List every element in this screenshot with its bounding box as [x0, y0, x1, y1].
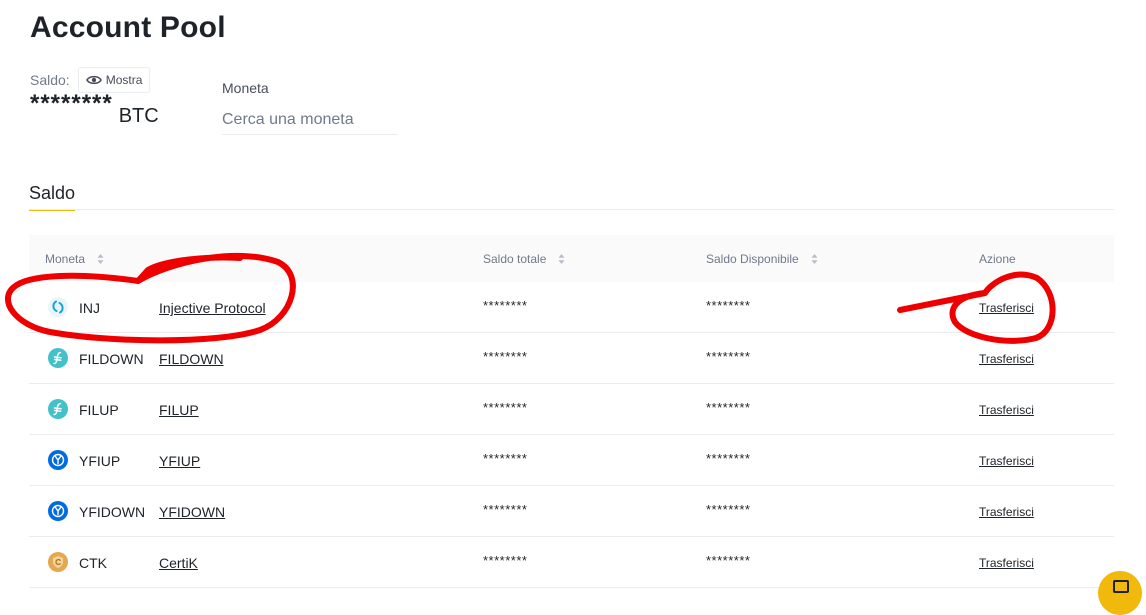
transfer-link[interactable]: Trasferisci: [979, 352, 1034, 366]
coin-search-input[interactable]: [222, 106, 398, 135]
tabs-divider: [29, 209, 1114, 210]
coin-name-link[interactable]: FILDOWN: [159, 351, 224, 367]
show-balance-label: Mostra: [105, 73, 143, 87]
tab-saldo[interactable]: Saldo: [29, 183, 76, 211]
column-header-total[interactable]: Saldo totale: [483, 252, 565, 266]
sort-icon: [558, 254, 565, 264]
total-balance: ********: [483, 502, 528, 517]
coin-name-link[interactable]: FILUP: [159, 402, 199, 418]
sort-icon: [811, 254, 818, 264]
total-balance: ********: [483, 451, 528, 466]
page-title: Account Pool: [30, 11, 226, 44]
table-row: YFIDOWN YFIDOWN ******** ******** Trasfe…: [29, 486, 1114, 537]
coin-symbol: CTK: [79, 555, 107, 571]
column-header-available[interactable]: Saldo Disponibile: [706, 252, 818, 266]
column-header-action: Azione: [979, 252, 1016, 266]
chat-button[interactable]: [1098, 571, 1142, 615]
table-row: FILUP FILUP ******** ******** Trasferisc…: [29, 384, 1114, 435]
filecoin-icon: [48, 399, 68, 419]
total-balance: ********: [483, 553, 528, 568]
table-row: FILDOWN FILDOWN ******** ******** Trasfe…: [29, 333, 1114, 384]
coin-symbol: INJ: [79, 300, 100, 316]
available-balance: ********: [706, 553, 751, 568]
coin-symbol: YFIUP: [79, 453, 121, 469]
transfer-link[interactable]: Trasferisci: [979, 505, 1034, 519]
transfer-link[interactable]: Trasferisci: [979, 454, 1034, 468]
available-balance: ********: [706, 451, 751, 466]
balance-value: ******** BTC: [30, 90, 159, 127]
eye-icon: [85, 74, 102, 86]
certik-icon: [48, 552, 68, 572]
yearn-icon: [48, 501, 68, 521]
coin-name-link[interactable]: YFIDOWN: [159, 504, 225, 520]
column-header-coin[interactable]: Moneta: [45, 252, 104, 266]
coin-name-link[interactable]: YFIUP: [159, 453, 200, 469]
balance-unit: BTC: [118, 105, 159, 127]
total-balance: ********: [483, 349, 528, 364]
transfer-link[interactable]: Trasferisci: [979, 403, 1034, 417]
available-balance: ********: [706, 400, 751, 415]
coin-name-link[interactable]: Injective Protocol: [159, 300, 266, 316]
total-balance: ********: [483, 400, 528, 415]
sort-icon: [97, 254, 104, 264]
coin-symbol: FILDOWN: [79, 351, 144, 367]
filecoin-icon: [48, 348, 68, 368]
balance-table: Moneta Saldo totale Saldo Disponibile Az…: [29, 235, 1114, 588]
table-row: CTK CertiK ******** ******** Trasferisci: [29, 537, 1114, 588]
transfer-link[interactable]: Trasferisci: [979, 301, 1034, 315]
coin-symbol: FILUP: [79, 402, 119, 418]
total-balance: ********: [483, 298, 528, 313]
table-row: YFIUP YFIUP ******** ******** Trasferisc…: [29, 435, 1114, 486]
coin-name-link[interactable]: CertiK: [159, 555, 198, 571]
coin-symbol: YFIDOWN: [79, 504, 146, 520]
available-balance: ********: [706, 502, 751, 517]
coin-search-label: Moneta: [222, 80, 269, 96]
available-balance: ********: [706, 298, 751, 313]
available-balance: ********: [706, 349, 751, 364]
yearn-icon: [48, 450, 68, 470]
balance-label: Saldo:: [30, 72, 70, 88]
transfer-link[interactable]: Trasferisci: [979, 556, 1034, 570]
table-header: Moneta Saldo totale Saldo Disponibile Az…: [29, 235, 1114, 282]
injective-icon: [48, 297, 68, 317]
balance-masked-value: ********: [30, 90, 113, 117]
table-row: INJ Injective Protocol ******** ********…: [29, 282, 1114, 333]
